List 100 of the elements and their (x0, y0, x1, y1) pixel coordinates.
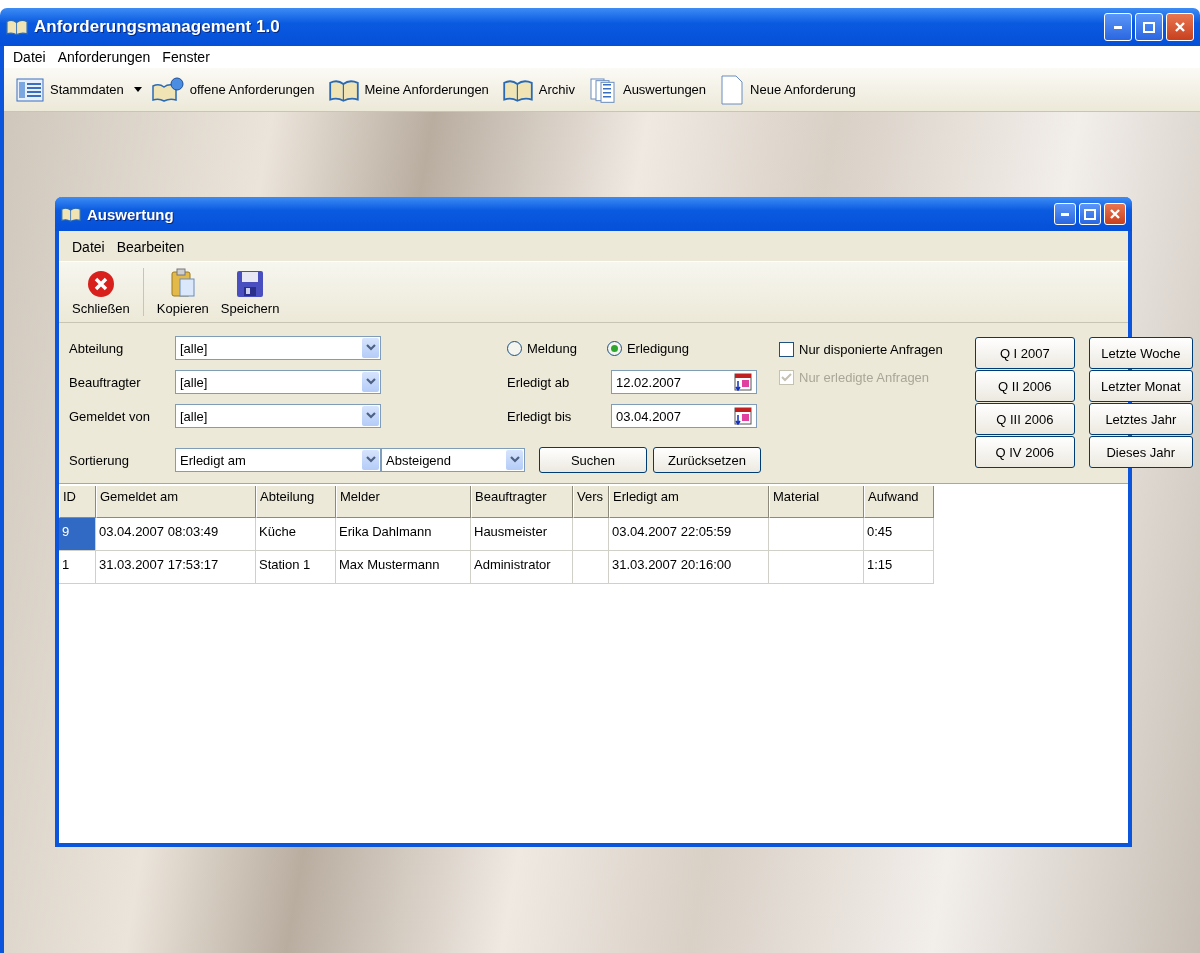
minimize-button[interactable] (1104, 13, 1132, 41)
app-icon (6, 18, 28, 36)
period-button[interactable]: Letzte Woche (1088, 337, 1193, 369)
checkbox-label: Nur disponierte Anfragen (799, 341, 943, 357)
chevron-down-icon (365, 344, 376, 352)
minimize-button[interactable] (1054, 203, 1076, 225)
dropdown-field[interactable]: Erledigt am (175, 448, 381, 472)
list-icon (16, 77, 44, 102)
quarter-button[interactable]: Q II 2006 (974, 370, 1075, 402)
field-label: Erledigt bis (507, 408, 573, 424)
date-field[interactable]: 03.04.2007 (611, 404, 757, 428)
column-header[interactable]: Beauftragter (471, 486, 573, 518)
date-field[interactable]: 12.02.2007 (611, 370, 757, 394)
table-cell: 0:45 (864, 518, 934, 551)
field-label: Sortierung (69, 452, 130, 468)
table-cell: 31.03.2007 17:53:17 (96, 551, 256, 584)
period-button[interactable]: Letztes Jahr (1088, 403, 1193, 435)
book-icon (502, 77, 533, 102)
quarter-button[interactable]: Q IV 2006 (974, 436, 1075, 468)
checkbox[interactable] (779, 341, 794, 357)
close-icon (1109, 208, 1121, 220)
dropdown-caret-icon[interactable] (133, 87, 142, 92)
column-header[interactable]: Vers (573, 486, 609, 518)
table-cell: 03.04.2007 08:03:49 (96, 518, 256, 551)
book-globe-icon (151, 76, 184, 103)
table-cell (573, 551, 609, 584)
chevron-down-icon (365, 378, 376, 386)
window-title: Anforderungsmanagement 1.0 (34, 17, 281, 37)
column-header[interactable]: Material (769, 486, 864, 518)
radio-option[interactable]: Erledigung (606, 333, 690, 363)
dropdown-field[interactable]: [alle] (175, 404, 381, 428)
minimize-icon (1114, 25, 1122, 29)
menu-item[interactable]: Datei (8, 49, 51, 65)
chevron-down-icon (365, 412, 376, 420)
table-cell (573, 518, 609, 551)
table-cell: Max Mustermann (336, 551, 471, 584)
toolbar-button[interactable]: Meine Anforderungen (324, 75, 493, 104)
close-button[interactable] (1104, 203, 1126, 225)
radio-option[interactable]: Meldung (507, 333, 577, 363)
column-header[interactable]: ID (59, 486, 96, 518)
minimize-icon (1061, 212, 1069, 216)
period-button[interactable]: Letzter Monat (1088, 370, 1193, 402)
maximize-icon (1084, 208, 1096, 220)
close-icon (1174, 21, 1186, 33)
table-cell: 9 (59, 518, 96, 551)
toolbar-button[interactable]: Schließen (69, 270, 133, 316)
quarter-button[interactable]: Q III 2006 (974, 403, 1075, 435)
reset-button[interactable]: Zurücksetzen (653, 447, 761, 473)
page-icon (720, 74, 745, 105)
window-icon (61, 206, 81, 222)
toolbar-button[interactable]: Speichern (217, 270, 283, 316)
table-cell: 1:15 (864, 551, 934, 584)
dropdown-field[interactable]: Absteigend (381, 448, 525, 472)
field-label: Abteilung (69, 340, 125, 356)
calendar-icon[interactable] (734, 407, 752, 425)
checkbox-label: Nur erledigte Anfragen (799, 369, 930, 385)
menu-item[interactable]: Bearbeiten (111, 239, 190, 255)
field-label: Gemeldet von (69, 408, 151, 424)
window-title: Auswertung (87, 205, 175, 223)
column-header[interactable]: Melder (336, 486, 471, 518)
chevron-down-icon (509, 456, 520, 464)
table-cell: Erika Dahlmann (336, 518, 471, 551)
menu-item[interactable]: Fenster (157, 49, 215, 65)
menu-item[interactable]: Datei (67, 239, 110, 255)
column-header[interactable]: Abteilung (256, 486, 336, 518)
table-cell: Administrator (471, 551, 573, 584)
maximize-button[interactable] (1135, 13, 1163, 41)
maximize-button[interactable] (1079, 203, 1101, 225)
toolbar-button[interactable]: Auswertungen (584, 73, 711, 106)
dropdown-field[interactable]: [alle] (175, 336, 381, 360)
documents-icon (588, 75, 617, 104)
radio-button[interactable] (606, 340, 622, 356)
close-button[interactable] (1166, 13, 1194, 41)
table-cell: 03.04.2007 22:05:59 (609, 518, 769, 551)
search-button[interactable]: Suchen (539, 447, 647, 473)
table-cell: Station 1 (256, 551, 336, 584)
toolbar-button[interactable]: Neue Anforderung (716, 72, 860, 107)
table-cell: 31.03.2007 20:16:00 (609, 551, 769, 584)
table-cell: Hausmeister (471, 518, 573, 551)
period-button[interactable]: Dieses Jahr (1088, 436, 1193, 468)
toolbar-button[interactable]: Kopieren (153, 268, 212, 316)
book-icon (328, 77, 359, 102)
field-label: Erledigt ab (507, 374, 571, 390)
field-label: Beauftragter (69, 374, 142, 390)
maximize-icon (1143, 21, 1155, 33)
table-row[interactable]: 1 31.03.2007 17:53:17 Station 1 Max Mustermann Administrator 31.03.2007 20:16:00 1:15 (59, 551, 1128, 584)
column-header[interactable]: Gemeldet am (96, 486, 256, 518)
dropdown-field[interactable]: [alle] (175, 370, 381, 394)
clipboard-icon (169, 268, 196, 298)
column-header[interactable]: Erledigt am (609, 486, 769, 518)
radio-button[interactable] (507, 340, 522, 356)
toolbar-button[interactable]: Stammdaten (12, 75, 128, 104)
toolbar-button[interactable]: offene Anforderungen (147, 74, 319, 105)
table-row[interactable]: 9 03.04.2007 08:03:49 Küche Erika Dahlmann Hausmeister 03.04.2007 22:05:59 0:45 (59, 518, 1128, 551)
quarter-button[interactable]: Q I 2007 (974, 337, 1075, 369)
toolbar-button[interactable]: Archiv (498, 75, 579, 104)
menu-item[interactable]: Anforderungen (52, 49, 156, 65)
column-header[interactable]: Aufwand (864, 486, 934, 518)
chevron-down-icon (365, 456, 376, 464)
calendar-icon[interactable] (734, 373, 752, 391)
